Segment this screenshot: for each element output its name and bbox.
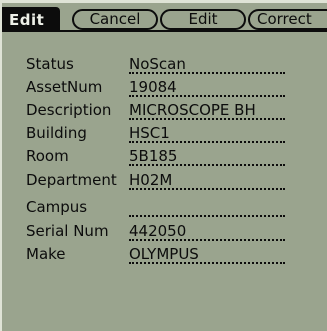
field-value-campus[interactable]: [129, 196, 285, 217]
field-row-campus: Campus: [26, 196, 327, 218]
field-row-room: Room 5B185: [26, 145, 327, 167]
edit-screen: Edit Cancel Edit Correct Status NoScan A…: [0, 0, 327, 331]
screen-top-edge: [0, 0, 327, 3]
field-row-assetnum: AssetNum 19084: [26, 76, 327, 98]
correct-button[interactable]: Correct: [248, 9, 327, 30]
cancel-button[interactable]: Cancel: [72, 9, 158, 30]
field-label-description: Description: [26, 101, 112, 119]
field-label-department: Department: [26, 171, 117, 189]
field-value-building[interactable]: HSC1: [129, 122, 285, 143]
field-label-assetnum: AssetNum: [26, 78, 103, 96]
field-row-building: Building HSC1: [26, 122, 327, 144]
field-row-description: Description MICROSCOPE BH: [26, 99, 327, 121]
field-label-campus: Campus: [26, 198, 88, 216]
field-value-assetnum[interactable]: 19084: [129, 76, 285, 97]
field-label-status: Status: [26, 55, 74, 73]
field-label-building: Building: [26, 124, 87, 142]
field-row-department: Department H02M: [26, 169, 327, 191]
field-row-serial-num: Serial Num 442050: [26, 220, 327, 242]
field-row-status: Status NoScan: [26, 53, 327, 75]
screen-left-edge: [0, 0, 2, 331]
field-label-make: Make: [26, 245, 66, 263]
field-row-make: Make OLYMPUS: [26, 243, 327, 265]
field-label-serial-num: Serial Num: [26, 222, 109, 240]
field-value-department[interactable]: H02M: [129, 169, 285, 190]
field-label-room: Room: [26, 147, 69, 165]
field-value-status[interactable]: NoScan: [129, 53, 285, 74]
field-value-serial-num[interactable]: 442050: [129, 220, 285, 241]
edit-button[interactable]: Edit: [160, 9, 246, 30]
title-divider: [2, 30, 327, 32]
page-title: Edit: [9, 11, 45, 29]
field-value-description[interactable]: MICROSCOPE BH: [129, 99, 285, 120]
field-value-make[interactable]: OLYMPUS: [129, 243, 285, 264]
field-value-room[interactable]: 5B185: [129, 145, 285, 166]
